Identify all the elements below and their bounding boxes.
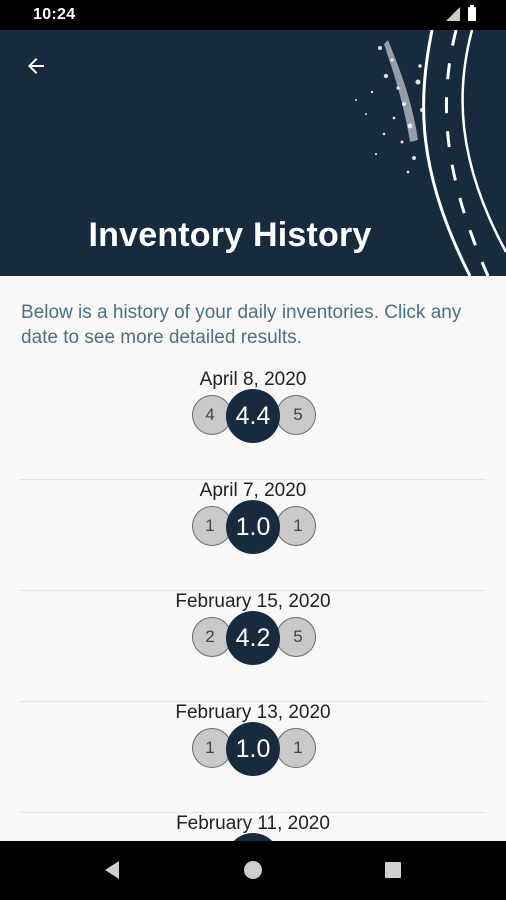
square-recents-icon <box>385 862 401 878</box>
average-score: 4.4 <box>226 389 280 443</box>
max-score: 1 <box>276 506 316 546</box>
score-group: 2 5 4.2 <box>192 611 316 665</box>
history-entry[interactable]: April 7, 2020 1 1 1.0 <box>20 480 486 591</box>
nav-recents-button[interactable] <box>381 858 405 887</box>
nav-back-button[interactable] <box>100 858 124 887</box>
average-score: 1.0 <box>226 722 280 776</box>
entry-date: February 15, 2020 <box>175 591 331 612</box>
max-score: 1 <box>276 728 316 768</box>
system-nav-bar <box>0 841 506 900</box>
nav-home-button[interactable] <box>241 858 265 887</box>
content-area[interactable]: Below is a history of your daily invento… <box>0 276 506 841</box>
page-title: Inventory History <box>88 216 372 254</box>
entry-date: February 11, 2020 <box>176 813 330 834</box>
intro-text: Below is a history of your daily invento… <box>21 302 462 348</box>
signal-icon <box>446 7 460 21</box>
max-score: 5 <box>276 395 316 435</box>
status-time: 10:24 <box>33 6 76 23</box>
history-entry[interactable]: February 13, 2020 1 1 1.0 <box>20 702 486 813</box>
average-score: 4.2 <box>226 611 280 665</box>
page-header: Inventory History <box>0 30 506 276</box>
arrow-left-icon <box>28 58 44 74</box>
status-bar: 10:24 <box>0 0 506 30</box>
history-entry[interactable]: April 8, 2020 4 5 4.4 <box>20 369 486 480</box>
history-entry[interactable]: February 15, 2020 2 5 4.2 <box>20 591 486 702</box>
score-group: 4 5 4.4 <box>192 389 316 443</box>
back-button[interactable] <box>18 48 54 84</box>
entry-date: April 7, 2020 <box>199 480 307 501</box>
average-score: 1.0 <box>226 500 280 554</box>
history-entry[interactable]: February 11, 2020 <box>20 813 486 841</box>
score-group: 1 1 1.0 <box>192 722 316 776</box>
circle-home-icon <box>244 861 262 879</box>
triangle-back-icon <box>105 861 119 879</box>
score-group: 1 1 1.0 <box>192 500 316 554</box>
max-score: 5 <box>276 617 316 657</box>
entry-date: February 13, 2020 <box>175 702 331 723</box>
history-list: April 8, 2020 4 5 4.4 April 7, 2020 1 1 … <box>0 369 506 841</box>
entry-date: April 8, 2020 <box>199 369 307 390</box>
battery-icon <box>468 5 476 21</box>
